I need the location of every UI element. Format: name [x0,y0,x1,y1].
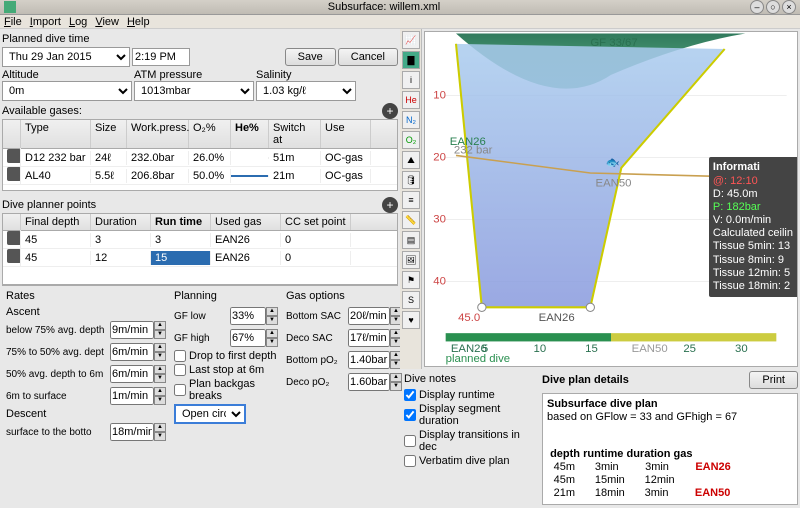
maximize-button[interactable]: ○ [766,0,780,14]
gasopt-label: Gas options [286,290,402,302]
chart-toolbar: 📈 ▇ i He N₂ O₂ ⛰ 🛢 ≡ 📏 ▤ 🖼 ⚑ S ♥ [400,29,422,369]
close-button[interactable]: × [782,0,796,14]
point-row[interactable]: 45 12 15 EAN26 0 [3,249,397,267]
chart-tooltip: Informati @: 12:10 D: 45.0m P: 182bar V:… [709,157,797,297]
svg-text:40: 40 [433,276,446,288]
he-icon[interactable]: He [402,91,420,109]
gfhigh-input[interactable] [230,329,266,347]
profile-icon[interactable]: 📈 [402,31,420,49]
menu-help[interactable]: Help [127,16,150,28]
ruler-icon[interactable]: 📏 [402,211,420,229]
sac-icon[interactable]: S [402,291,420,309]
atm-label: ATM pressure [134,69,254,81]
points-table: Final depth Duration Run time Used gas C… [2,213,398,285]
chart-icon[interactable]: ▇ [402,51,420,69]
info-icon[interactable]: i [402,71,420,89]
o2-icon[interactable]: O₂ [402,131,420,149]
svg-text:45.0: 45.0 [458,312,480,324]
plan-details-text: Subsurface dive plan based on GFlow = 33… [542,393,798,505]
svg-text:EAN50: EAN50 [632,343,668,355]
time-input[interactable] [132,48,190,66]
gas-row[interactable]: AL40 5.5ℓ 206.8bar 50.0% 21m OC-gas [3,167,397,185]
plan-details-label: Dive plan details [542,374,749,386]
notes-label: Dive notes [404,373,536,385]
bsac-input[interactable] [348,307,390,325]
menu-file[interactable]: File [4,16,22,28]
transitions-checkbox[interactable] [404,435,416,447]
n2-icon[interactable]: N₂ [402,111,420,129]
menu-import[interactable]: Import [30,16,61,28]
svg-text:planned dive: planned dive [446,353,510,365]
rate-a75[interactable] [110,343,154,361]
trash-icon[interactable] [7,249,21,263]
descent-label: Descent [6,408,166,420]
dive-profile-chart[interactable]: 10 20 30 40 GF 33/67 232 bar E [424,31,798,367]
add-gas-button[interactable]: + [382,103,398,119]
svg-text:10: 10 [534,343,547,355]
gflow-input[interactable] [230,307,266,325]
svg-text:EAN26: EAN26 [539,312,575,324]
window-title: Subsurface: willem.xml [20,1,748,13]
print-button[interactable]: Print [749,371,798,389]
trash-icon[interactable] [7,149,21,163]
rate-surf[interactable] [110,423,154,441]
bpo2-input[interactable] [348,351,390,369]
minimize-button[interactable]: – [750,0,764,14]
svg-text:25: 25 [683,343,696,355]
svg-text:10: 10 [433,90,446,102]
backgas-checkbox[interactable] [174,384,186,396]
atm-select[interactable]: 1013mbar [134,81,254,101]
verbatim-checkbox[interactable] [404,455,416,467]
svg-text:30: 30 [735,343,748,355]
gases-table: Type Size Work.press. O₂% He% Switch at … [2,119,398,191]
altitude-label: Altitude [2,69,132,81]
dpo2-input[interactable] [348,373,390,391]
cancel-button[interactable]: Cancel [338,48,398,66]
salinity-select[interactable]: 1.03 kg/ℓ [256,81,356,101]
app-icon [4,1,16,13]
drop-checkbox[interactable] [174,350,186,362]
tank-icon[interactable]: 🛢 [402,171,420,189]
menu-log[interactable]: Log [69,16,87,28]
svg-text:EAN50: EAN50 [596,178,632,190]
menu-view[interactable]: View [95,16,119,28]
rates-label: Rates [6,290,166,302]
svg-text:30: 30 [433,214,446,226]
segment-checkbox[interactable] [404,409,416,421]
svg-text:🐟: 🐟 [606,157,620,169]
runtime-checkbox[interactable] [404,389,416,401]
last6-checkbox[interactable] [174,364,186,376]
trash-icon[interactable] [7,231,21,245]
trash-icon[interactable] [7,167,21,181]
circuit-select[interactable]: Open circu [174,404,246,424]
rate-a6[interactable] [110,387,154,405]
rate-b75[interactable] [110,321,154,339]
gas-row[interactable]: D12 232 bar 24ℓ 232.0bar 26.0% 51m OC-ga… [3,149,397,167]
svg-text:EAN26: EAN26 [450,136,486,148]
point-row[interactable]: 45 3 3 EAN26 0 [3,231,397,249]
graph-icon[interactable]: ⛰ [402,151,420,169]
hr-icon[interactable]: ♥ [402,311,420,329]
dsac-input[interactable] [348,329,390,347]
svg-text:20: 20 [433,152,446,164]
planned-time-label: Planned dive time [2,33,398,45]
rate-a50[interactable] [110,365,154,383]
gases-label: Available gases: [2,105,82,117]
svg-text:15: 15 [585,343,598,355]
flag-icon[interactable]: ⚑ [402,271,420,289]
planning-label: Planning [174,290,278,302]
points-label: Dive planner points [2,199,96,211]
save-button[interactable]: Save [285,48,336,66]
ascent-label: Ascent [6,306,166,318]
altitude-select[interactable]: 0m [2,81,132,101]
calc-icon[interactable]: ≡ [402,191,420,209]
add-point-button[interactable]: + [382,197,398,213]
list-icon[interactable]: ▤ [402,231,420,249]
date-select[interactable]: Thu 29 Jan 2015 [2,47,130,67]
photo-icon[interactable]: 🖼 [402,251,420,269]
salinity-label: Salinity [256,69,356,81]
